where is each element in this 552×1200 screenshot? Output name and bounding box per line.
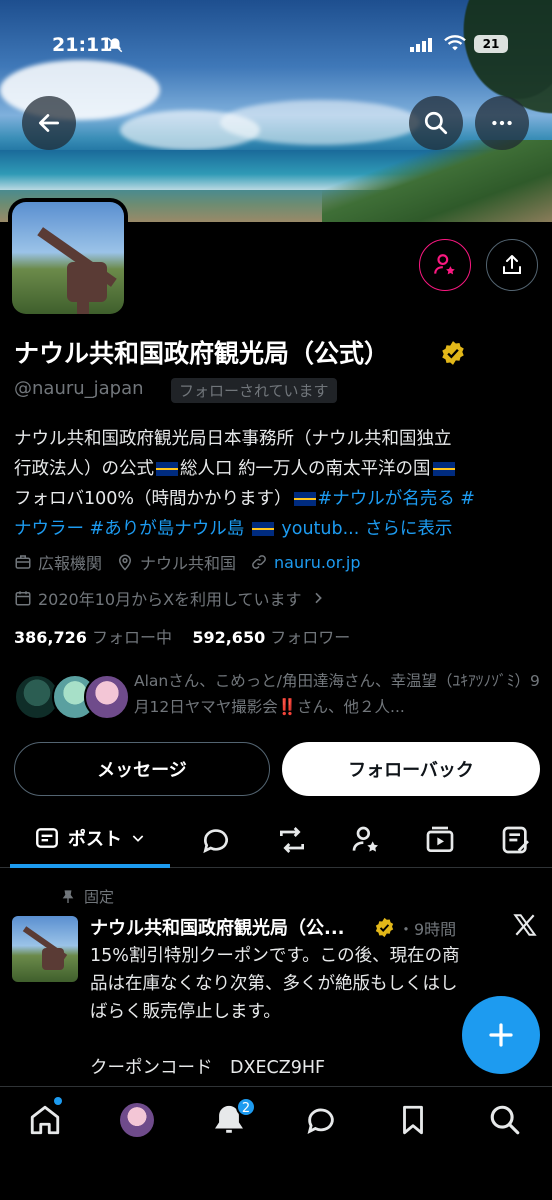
- hashtag-link[interactable]: ナウラー #ありが島ナウル島: [14, 519, 244, 539]
- tab-media[interactable]: [424, 824, 456, 856]
- subscribe-button[interactable]: [419, 239, 471, 291]
- hashtag-link[interactable]: #ナウルが名売る #: [318, 489, 475, 509]
- tab-reposts[interactable]: [276, 824, 308, 856]
- nauru-flag-icon: [293, 492, 316, 506]
- verified-badge-icon[interactable]: [440, 340, 466, 366]
- profile-location: ナウル共和国: [140, 554, 237, 573]
- more-icon: [492, 120, 512, 126]
- post-author-name[interactable]: ナウル共和国政府観光局（公...: [90, 914, 345, 940]
- briefcase-icon: [15, 555, 31, 569]
- tab-posts[interactable]: ポスト: [10, 812, 170, 868]
- message-button[interactable]: メッセージ: [14, 742, 270, 796]
- follows-you-badge: フォローされています: [171, 378, 337, 403]
- back-icon: [38, 114, 60, 132]
- profile-tabs: ポスト: [0, 812, 552, 868]
- tab-subscriptions[interactable]: [350, 824, 382, 856]
- back-button[interactable]: [22, 96, 76, 150]
- search-icon[interactable]: [488, 1103, 522, 1137]
- follow-back-button[interactable]: フォローバック: [282, 742, 540, 796]
- home-icon[interactable]: [28, 1103, 62, 1137]
- followers-link[interactable]: 592,650 フォロワー: [192, 628, 350, 647]
- following-link[interactable]: 386,726 フォロー中: [14, 628, 172, 647]
- share-button[interactable]: [486, 239, 538, 291]
- nauru-flag-icon: [251, 522, 274, 536]
- home-unread-dot: [54, 1097, 62, 1105]
- compose-post-button[interactable]: [462, 996, 540, 1074]
- share-icon: [503, 255, 521, 274]
- nauru-flag-icon: [432, 462, 455, 476]
- bookmark-icon[interactable]: [396, 1103, 430, 1137]
- verified-badge-icon: [375, 917, 394, 938]
- notifications-badge: 2: [236, 1097, 256, 1117]
- battery-icon: 21: [474, 35, 508, 53]
- wifi-icon: [444, 35, 466, 51]
- chevron-right-icon: [314, 592, 322, 604]
- bottom-navigation: 2: [0, 1086, 552, 1200]
- user-handle: @nauru_japan: [14, 378, 144, 399]
- chevron-down-icon: [132, 835, 144, 842]
- youtube-link[interactable]: youtub...: [281, 519, 359, 539]
- profile-avatar[interactable]: [8, 198, 128, 318]
- posts-icon: [36, 828, 58, 848]
- joined-date-row[interactable]: 2020年10月からXを利用しています: [14, 586, 326, 610]
- profile-bio: ナウル共和国政府観光局日本事務所（ナウル共和国独立 行政法人）の公式 総人口 約一…: [14, 424, 544, 544]
- avatar: [84, 674, 130, 720]
- bio-line: 行政法人）の公式 総人口 約一万人の南太平洋の国: [14, 454, 544, 484]
- search-button[interactable]: [409, 96, 463, 150]
- tab-replies[interactable]: [200, 824, 232, 856]
- calendar-icon: [15, 591, 31, 606]
- followed-by-text: Alanさん、こめっと/角田達海さん、幸温望（ﾕｷｱﾂﾉｿﾞﾐ）9月12日ヤマヤ…: [134, 672, 540, 716]
- tab-articles[interactable]: [500, 824, 532, 856]
- chat-icon[interactable]: [304, 1103, 338, 1137]
- more-options-button[interactable]: [475, 96, 529, 150]
- show-more-link[interactable]: さらに表示: [365, 519, 453, 539]
- follow-star-icon: [434, 254, 455, 275]
- link-icon: [252, 555, 266, 569]
- status-time: 21:11: [52, 34, 113, 56]
- bio-line: ナウル共和国政府観光局日本事務所（ナウル共和国独立: [14, 429, 452, 449]
- status-bar: 21:11 21: [0, 0, 552, 60]
- joined-date: 2020年10月からXを利用しています: [38, 590, 302, 609]
- followers-you-know[interactable]: Alanさん、こめっと/角田達海さん、幸温望（ﾕｷｱﾂﾉｿﾞﾐ）9月12日ヤマヤ…: [14, 668, 544, 724]
- profile-category: 広報機関: [38, 554, 103, 573]
- nauru-flag-icon: [156, 462, 178, 476]
- tab-posts-label: ポスト: [68, 829, 122, 850]
- bio-line: フォロバ100%（時間かかります） #ナウルが名売る #: [14, 489, 475, 509]
- grok-avatar[interactable]: [120, 1103, 154, 1137]
- profile-website-link[interactable]: nauru.or.jp: [274, 553, 360, 572]
- follow-counts: 386,726 フォロー中 592,650 フォロワー: [14, 624, 350, 648]
- post-timestamp: ・9時間: [398, 920, 457, 939]
- location-icon: [119, 554, 132, 571]
- x-logo-icon[interactable]: [512, 912, 538, 938]
- pin-icon: [62, 889, 74, 903]
- cellular-signal-icon: [410, 38, 432, 52]
- pinned-indicator: 固定: [60, 886, 114, 907]
- bell-muted-icon: [107, 37, 123, 53]
- post-author-avatar[interactable]: [12, 916, 78, 982]
- plus-icon: [489, 1023, 513, 1047]
- bio-line: ナウラー #ありが島ナウル島 youtub... さらに表示: [14, 514, 544, 544]
- profile-meta-row: 広報機関 ナウル共和国 nauru.or.jp: [14, 550, 361, 574]
- display-name: ナウル共和国政府観光局（公式）: [14, 339, 390, 368]
- pinned-label: 固定: [84, 888, 115, 906]
- search-icon: [424, 111, 448, 135]
